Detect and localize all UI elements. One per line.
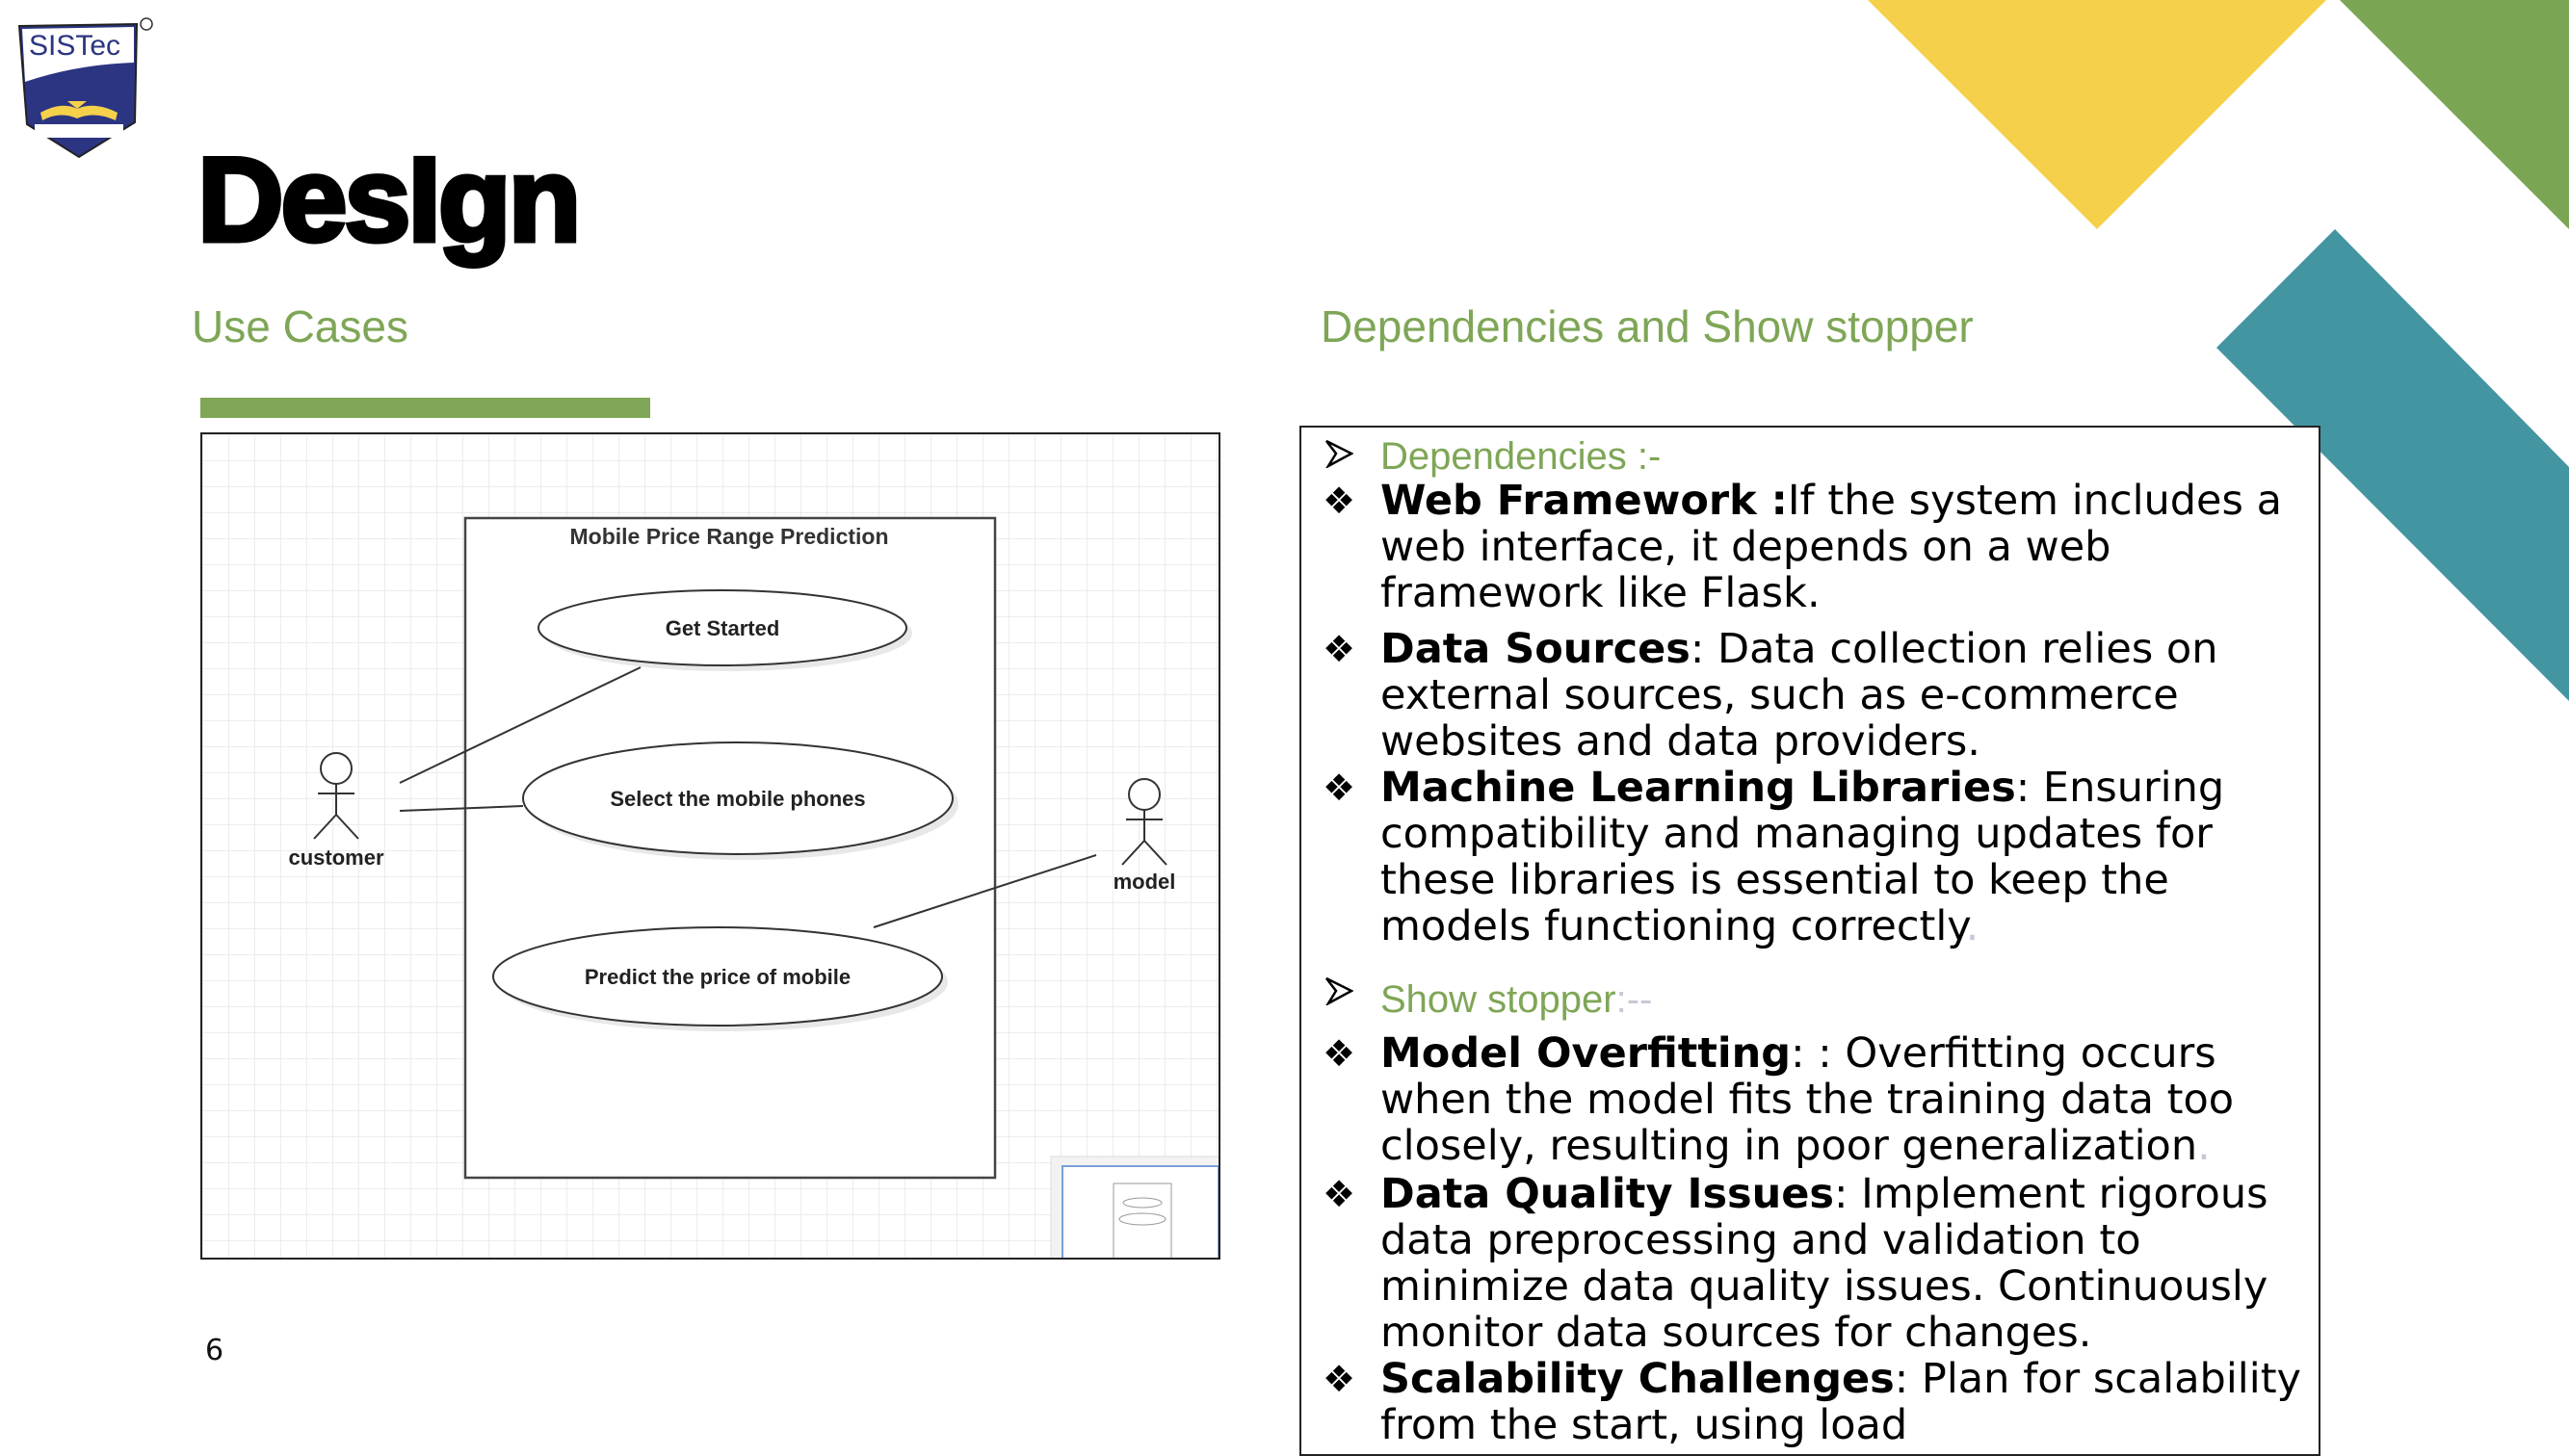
use-case-label: Select the mobile phones [610,787,865,811]
green-triangle [2340,0,2569,229]
show-stopper-label: Show stopper:-- [1380,978,1653,1021]
svg-text:SISTec: SISTec [29,30,120,62]
diamond-bullet-icon: ❖ [1323,480,1356,522]
arrowhead-icon [1325,439,1353,468]
dependencies-heading: Dependencies and Show stopper [1321,301,1974,351]
system-title: Mobile Price Range Prediction [569,524,888,549]
dependencies-panel: Dependencies :- ❖ Web Framework :If the … [1299,426,2320,1456]
yellow-triangle [1868,0,2326,229]
dependencies-label: Dependencies :- [1380,435,1662,478]
actor-label: customer [288,845,383,870]
diamond-bullet-icon: ❖ [1323,628,1356,670]
dependency-item: ❖ Machine Learning Libraries: Ensuring c… [1323,764,2225,950]
diamond-bullet-icon: ❖ [1323,767,1356,809]
dependency-item: ❖ Data Sources: Data collection relies o… [1323,625,2218,766]
diamond-bullet-icon: ❖ [1323,1173,1356,1215]
show-stopper-item: ❖ Data Quality Issues: Implement rigorou… [1323,1170,2268,1357]
use-cases-heading: Use Cases [192,301,408,351]
minimap[interactable] [1050,1156,1225,1263]
accent-bar [200,398,650,418]
actor-label: model [1114,870,1176,894]
page-number: 6 [205,1334,224,1367]
diamond-bullet-icon: ❖ [1323,1358,1356,1400]
show-stopper-item: ❖ Scalability Challenges: Plan for scala… [1323,1355,2301,1449]
arrowhead-icon [1325,976,1353,1005]
show-stopper-item: ❖ Model Overfitting: : Overfitting occur… [1323,1029,2235,1170]
page-title: DesIgn [195,132,583,269]
dependency-item: ❖ Web Framework :If the system includes … [1323,477,2282,617]
diamond-bullet-icon: ❖ [1323,1032,1356,1075]
use-case-label: Get Started [666,616,780,640]
use-case-label: Predict the price of mobile [585,965,851,989]
sistec-logo: SISTec [17,17,153,159]
use-case-diagram: Mobile Price Range Prediction Get Starte… [200,432,1225,1263]
